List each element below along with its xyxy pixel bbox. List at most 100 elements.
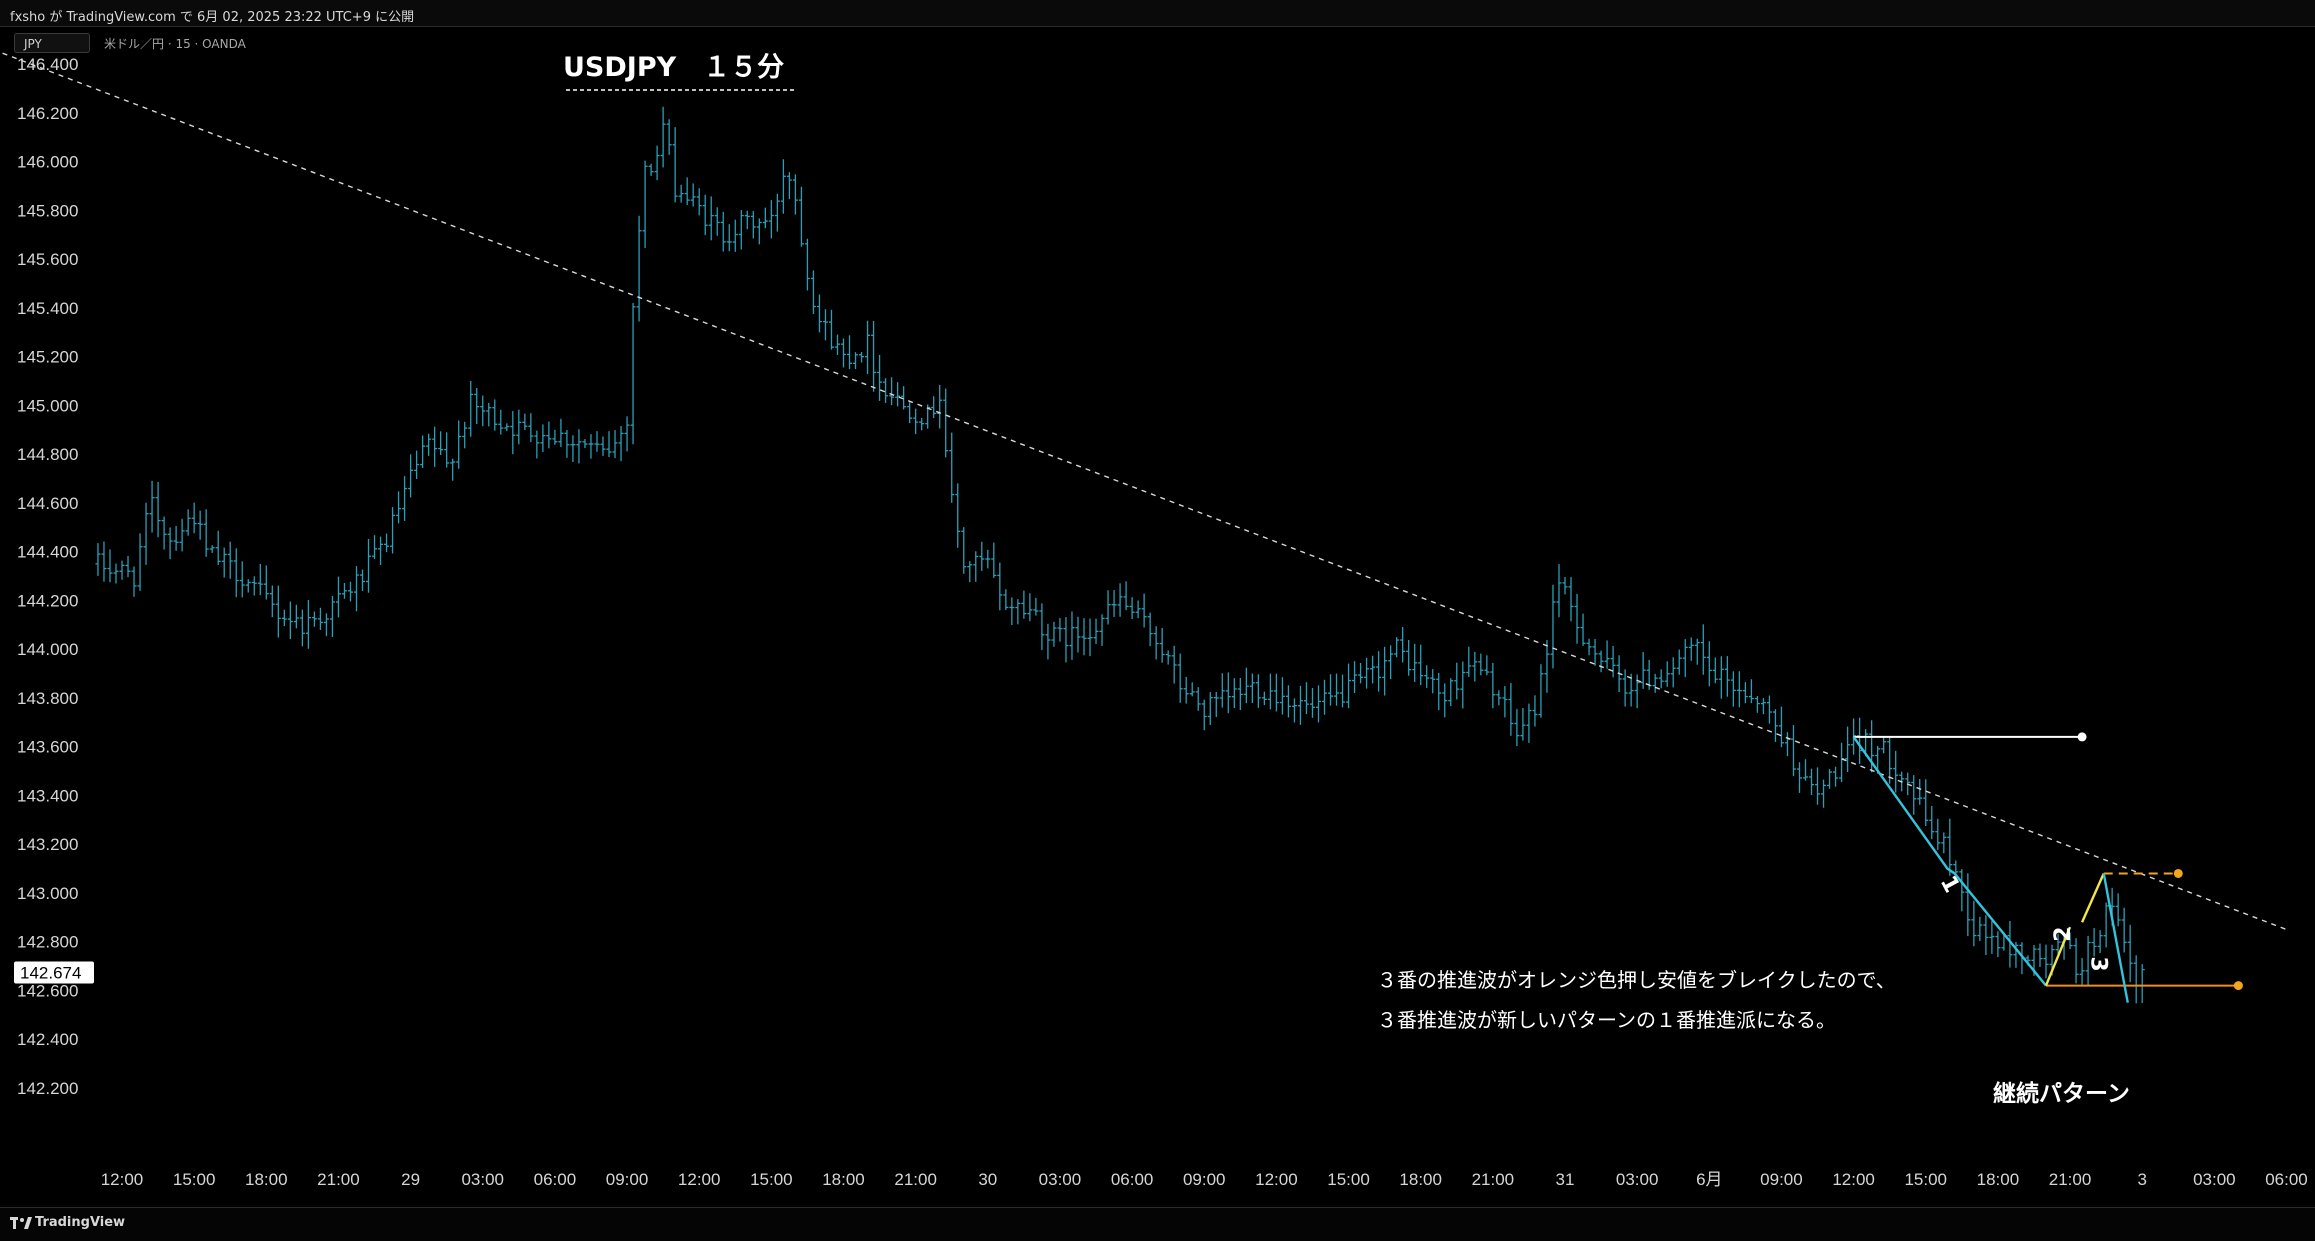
y-tick-label: 143.200 [17, 835, 78, 854]
candle [197, 510, 203, 540]
candle [1508, 683, 1514, 736]
candle [203, 509, 209, 557]
candle [1556, 564, 1562, 618]
candle [732, 219, 738, 252]
candle [1947, 818, 1953, 876]
tradingview-logo-icon [10, 1217, 32, 1229]
candle [1664, 661, 1670, 687]
candle [1285, 685, 1291, 718]
candle [1309, 687, 1315, 718]
candle [1881, 736, 1887, 754]
candle [1532, 695, 1538, 727]
candle [1412, 643, 1418, 682]
candle [1670, 657, 1676, 688]
candle [931, 396, 937, 419]
candle [1249, 673, 1255, 704]
candle [654, 145, 660, 181]
y-tick-label: 142.400 [17, 1030, 78, 1049]
candle [131, 566, 137, 597]
candle [167, 527, 173, 560]
candle [1778, 706, 1784, 748]
candle [2073, 938, 2079, 984]
candle [768, 200, 774, 239]
candle [750, 211, 756, 239]
candle [1803, 759, 1808, 781]
candle [612, 430, 618, 459]
candle [1893, 750, 1899, 793]
candle [408, 454, 414, 498]
footer-bar [0, 1207, 2315, 1241]
wave-label-3: 3 [2086, 956, 2111, 971]
candle [432, 426, 438, 467]
pattern-label: 継続パターン [1993, 1080, 2130, 1107]
candle [1760, 698, 1766, 715]
candle [714, 207, 720, 236]
candle [1712, 657, 1718, 684]
candle [606, 431, 612, 458]
x-tick-label: 09:00 [1183, 1170, 1226, 1189]
candle [1255, 674, 1261, 708]
candle [1045, 623, 1051, 660]
candle [1189, 682, 1195, 697]
candle [1941, 832, 1947, 854]
publish-info: fxsho が TradingView.com で 6月 02, 2025 23… [10, 10, 415, 25]
candle [1772, 709, 1778, 742]
candle [1622, 669, 1628, 707]
candle [828, 309, 834, 350]
candle [1177, 653, 1183, 703]
candle [1400, 626, 1406, 663]
candle [1911, 775, 1917, 815]
candle [149, 480, 155, 533]
candle [1099, 614, 1105, 646]
candle [1454, 662, 1460, 700]
candle [1237, 677, 1243, 711]
y-tick-label: 144.600 [17, 494, 78, 513]
series-info: 米ドル／円 · 15 · OANDA [104, 37, 246, 51]
candle [540, 424, 546, 452]
candle [1105, 590, 1111, 625]
candle [311, 611, 317, 627]
price-chart[interactable]: 123 142.200142.400142.600142.800143.0001… [0, 27, 2315, 1207]
candle [2127, 924, 2133, 983]
candle [1069, 611, 1075, 660]
candle [372, 535, 378, 560]
x-tick-label: 31 [1556, 1170, 1575, 1189]
candle [1821, 779, 1827, 808]
x-tick-label: 3 [2137, 1170, 2146, 1189]
candle [191, 502, 197, 534]
candle [185, 509, 191, 536]
x-tick-label: 09:00 [606, 1170, 649, 1189]
candle [738, 210, 744, 250]
candle [1039, 603, 1045, 650]
candle [323, 613, 329, 637]
candle [245, 579, 251, 593]
candle [865, 320, 871, 375]
candle [1322, 679, 1327, 715]
candle [798, 186, 804, 247]
x-tick-label: 03:00 [1616, 1170, 1659, 1189]
candle [552, 429, 558, 445]
trendline [0, 51, 2287, 931]
candle [516, 409, 522, 445]
candle [630, 303, 636, 445]
candle [1989, 920, 1995, 954]
candle [1063, 617, 1069, 663]
symbol-badge[interactable]: JPY [14, 33, 90, 53]
y-tick-label: 146.400 [17, 55, 78, 74]
candle [762, 207, 768, 229]
candle [1658, 669, 1664, 689]
candle [1195, 687, 1201, 711]
candle [1502, 686, 1508, 718]
candle [305, 599, 311, 649]
candle [648, 163, 654, 176]
candle [1051, 621, 1057, 647]
candle [1448, 678, 1454, 707]
waves-layer: 1 23 [1852, 732, 2243, 1003]
candle [1147, 612, 1153, 647]
candle [1718, 656, 1724, 699]
candle [113, 563, 119, 584]
candle [678, 184, 684, 203]
candle [1267, 673, 1273, 710]
candle [2115, 893, 2121, 927]
candle [1346, 663, 1352, 709]
